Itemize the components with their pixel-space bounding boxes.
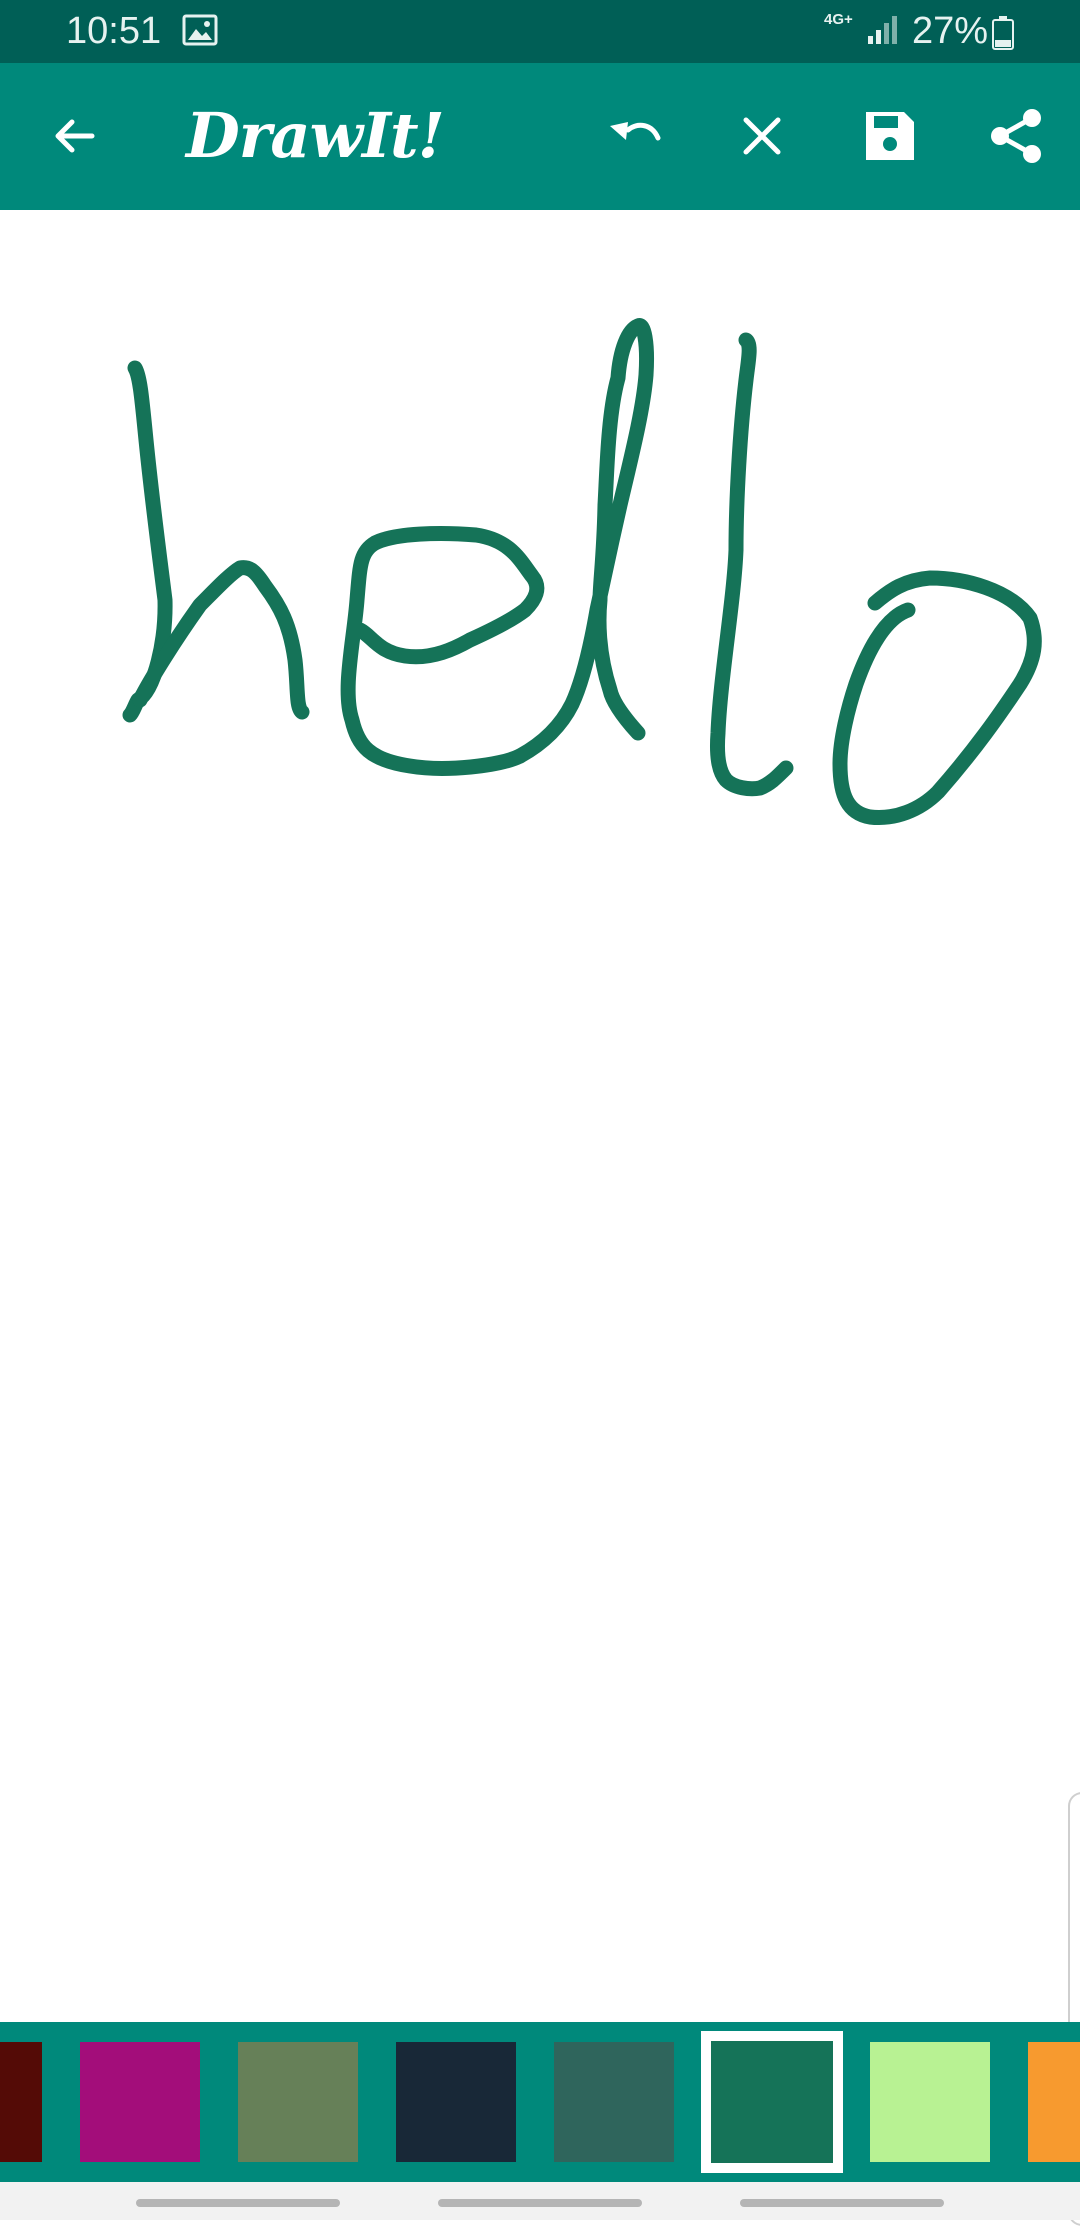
- share-icon[interactable]: [976, 96, 1056, 176]
- swatch-magenta[interactable]: [80, 2042, 200, 2162]
- swatch-olive-green[interactable]: [238, 2042, 358, 2162]
- status-bar: 10:51 4G+ 27%: [0, 0, 1080, 63]
- stroke-o: [832, 570, 1042, 826]
- swatch-dark-red[interactable]: [0, 2042, 42, 2162]
- signal-icon: [866, 14, 900, 46]
- color-palette: [0, 2022, 1080, 2182]
- system-nav-bar: [0, 2182, 1080, 2220]
- status-time: 10:51: [66, 10, 162, 52]
- undo-icon[interactable]: [594, 96, 674, 176]
- drawn-strokes: [122, 318, 1042, 826]
- nav-back-button[interactable]: [740, 2199, 944, 2207]
- image-icon: [182, 14, 218, 46]
- battery-icon: [992, 16, 1014, 50]
- nav-home-button[interactable]: [438, 2199, 642, 2207]
- nav-recents-button[interactable]: [136, 2199, 340, 2207]
- network-type-label: 4G+: [824, 11, 853, 28]
- battery-percent: 27%: [912, 10, 989, 52]
- app-bar: DrawIt!: [0, 63, 1080, 210]
- swatch-navy[interactable]: [396, 2042, 516, 2162]
- clear-icon[interactable]: [722, 96, 802, 176]
- stroke-l2: [710, 332, 794, 797]
- app-title: DrawIt!: [186, 99, 445, 172]
- back-arrow-icon[interactable]: [34, 96, 114, 176]
- swatch-light-green[interactable]: [870, 2042, 990, 2162]
- swatch-slate-teal[interactable]: [554, 2042, 674, 2162]
- stroke-e: [340, 526, 545, 776]
- stroke-l1: [512, 318, 654, 764]
- swatch-orange[interactable]: [1028, 2042, 1080, 2162]
- drawing-canvas[interactable]: [0, 210, 1080, 2226]
- swatch-teal-green-selected[interactable]: [701, 2031, 843, 2173]
- save-icon[interactable]: [850, 96, 930, 176]
